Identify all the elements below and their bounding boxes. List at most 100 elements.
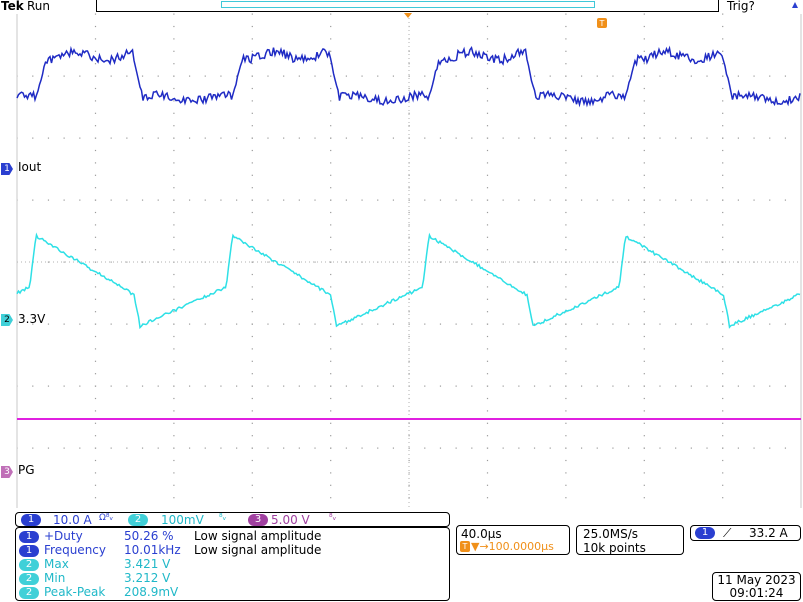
- grid-dot: [251, 236, 253, 238]
- grid-dot: [32, 199, 34, 201]
- grid-dot: [643, 410, 645, 412]
- run-status: Run: [27, 0, 51, 13]
- grid-dot: [408, 311, 410, 313]
- grid-dot: [722, 348, 724, 350]
- grid-dot: [659, 323, 661, 325]
- grid-dot: [94, 224, 97, 226]
- grid-dot: [643, 323, 645, 325]
- grid-dot: [251, 447, 253, 449]
- grid-dot: [612, 75, 614, 77]
- grid-dot: [408, 435, 410, 437]
- grid-dot: [392, 75, 395, 77]
- grid-dot: [565, 459, 567, 462]
- grid-dot: [47, 75, 50, 77]
- grid-dot: [330, 497, 332, 499]
- grid-dot: [643, 335, 645, 338]
- grid-dot: [361, 447, 363, 449]
- grid-dot: [173, 286, 175, 288]
- grid-dot: [565, 236, 567, 238]
- grid-dot: [643, 112, 645, 114]
- record-overview-bar[interactable]: [96, 0, 719, 12]
- grid-dot: [486, 348, 489, 350]
- trigger-box[interactable]: 1 ⟋ 33.2 A: [690, 525, 801, 541]
- grid-dot: [173, 63, 175, 65]
- grid-dot: [722, 397, 724, 400]
- grid-dot: [580, 447, 583, 449]
- grid-dot: [157, 199, 159, 201]
- grid-dot: [94, 25, 97, 28]
- grid-dot: [330, 373, 332, 375]
- grid-dot: [94, 497, 97, 499]
- grid-dot: [408, 323, 410, 325]
- grid-dot: [173, 137, 175, 139]
- grid-dot: [94, 63, 97, 65]
- measurement-row[interactable]: 2 Min 3.212 V: [19, 571, 170, 585]
- grid-dot: [643, 273, 645, 276]
- grid-dot: [565, 149, 567, 152]
- grid-dot: [565, 360, 567, 362]
- grid-dot: [408, 112, 410, 114]
- grid-dot: [722, 187, 724, 189]
- measurement-row[interactable]: 2 Peak-Peak 208.9mV: [19, 585, 178, 599]
- grid-dot: [565, 348, 567, 350]
- grid-dot: [486, 63, 489, 65]
- grid-dot: [753, 447, 755, 449]
- grid-dot: [188, 75, 191, 77]
- grid-dot: [173, 335, 175, 338]
- grid-dot: [173, 87, 175, 90]
- grid-dot: [173, 236, 175, 238]
- grid-dot: [706, 199, 708, 201]
- grid-dot: [408, 447, 410, 449]
- grid-dot: [345, 137, 347, 139]
- grid-dot: [486, 38, 489, 40]
- grid-dot: [706, 137, 708, 139]
- measurement-row[interactable]: 2 Max 3.421 V: [19, 557, 170, 571]
- grid-dot: [94, 261, 97, 263]
- grid-dot: [722, 211, 724, 214]
- grid-dot: [173, 211, 175, 214]
- timebase-box[interactable]: 40.0µs T ▼→100.0000µs: [456, 525, 570, 555]
- measurement-row[interactable]: 1 +Duty 50.26 % Low signal amplitude: [19, 529, 321, 543]
- grid-dot: [251, 397, 253, 400]
- acquisition-box[interactable]: 25.0MS/s 10k points: [576, 525, 684, 555]
- grid-dot: [596, 199, 598, 201]
- grid-dot: [94, 162, 97, 164]
- grid-dot: [565, 187, 567, 189]
- grid-dot: [769, 75, 771, 77]
- grid-dot: [251, 112, 253, 114]
- grid-dot: [565, 435, 567, 437]
- grid-dot: [408, 472, 410, 474]
- grid-dot: [298, 385, 300, 387]
- measurement-row[interactable]: 1 Frequency 10.01kHz Low signal amplitud…: [19, 543, 321, 557]
- grid-dot: [737, 199, 739, 201]
- grid-dot: [283, 199, 285, 201]
- ch2-coupling: ⁸ᵥ: [219, 513, 227, 523]
- grid-dot: [283, 447, 285, 449]
- ch3-label: PG: [18, 463, 35, 477]
- grid-dot: [643, 38, 645, 40]
- measurement-value: 3.421 V: [124, 557, 171, 571]
- grid-dot: [643, 211, 645, 214]
- grid-dot: [565, 25, 567, 28]
- measurement-name: Max: [44, 557, 69, 571]
- grid-dot: [314, 447, 316, 449]
- grid-dot: [612, 323, 614, 325]
- grid-dot: [486, 472, 489, 474]
- ch2-scale-badge[interactable]: 2: [128, 514, 148, 526]
- measurement-value: 50.26 %: [124, 529, 174, 543]
- record-view-window[interactable]: [221, 1, 595, 8]
- ch1-scale-badge[interactable]: 1: [21, 514, 41, 526]
- grid-dot: [173, 373, 175, 375]
- grid-dot: [518, 75, 520, 77]
- grid-dot: [283, 261, 285, 263]
- grid-dot: [690, 75, 692, 77]
- grid-dot: [486, 484, 489, 486]
- grid-dot: [737, 75, 739, 77]
- grid-dot: [94, 397, 97, 400]
- grid-dot: [330, 249, 332, 251]
- grid-dot: [251, 422, 253, 424]
- grid-dot: [251, 199, 253, 201]
- grid-dot: [173, 484, 175, 486]
- grid-dot: [518, 447, 520, 449]
- ch3-scale-badge[interactable]: 3: [248, 514, 268, 526]
